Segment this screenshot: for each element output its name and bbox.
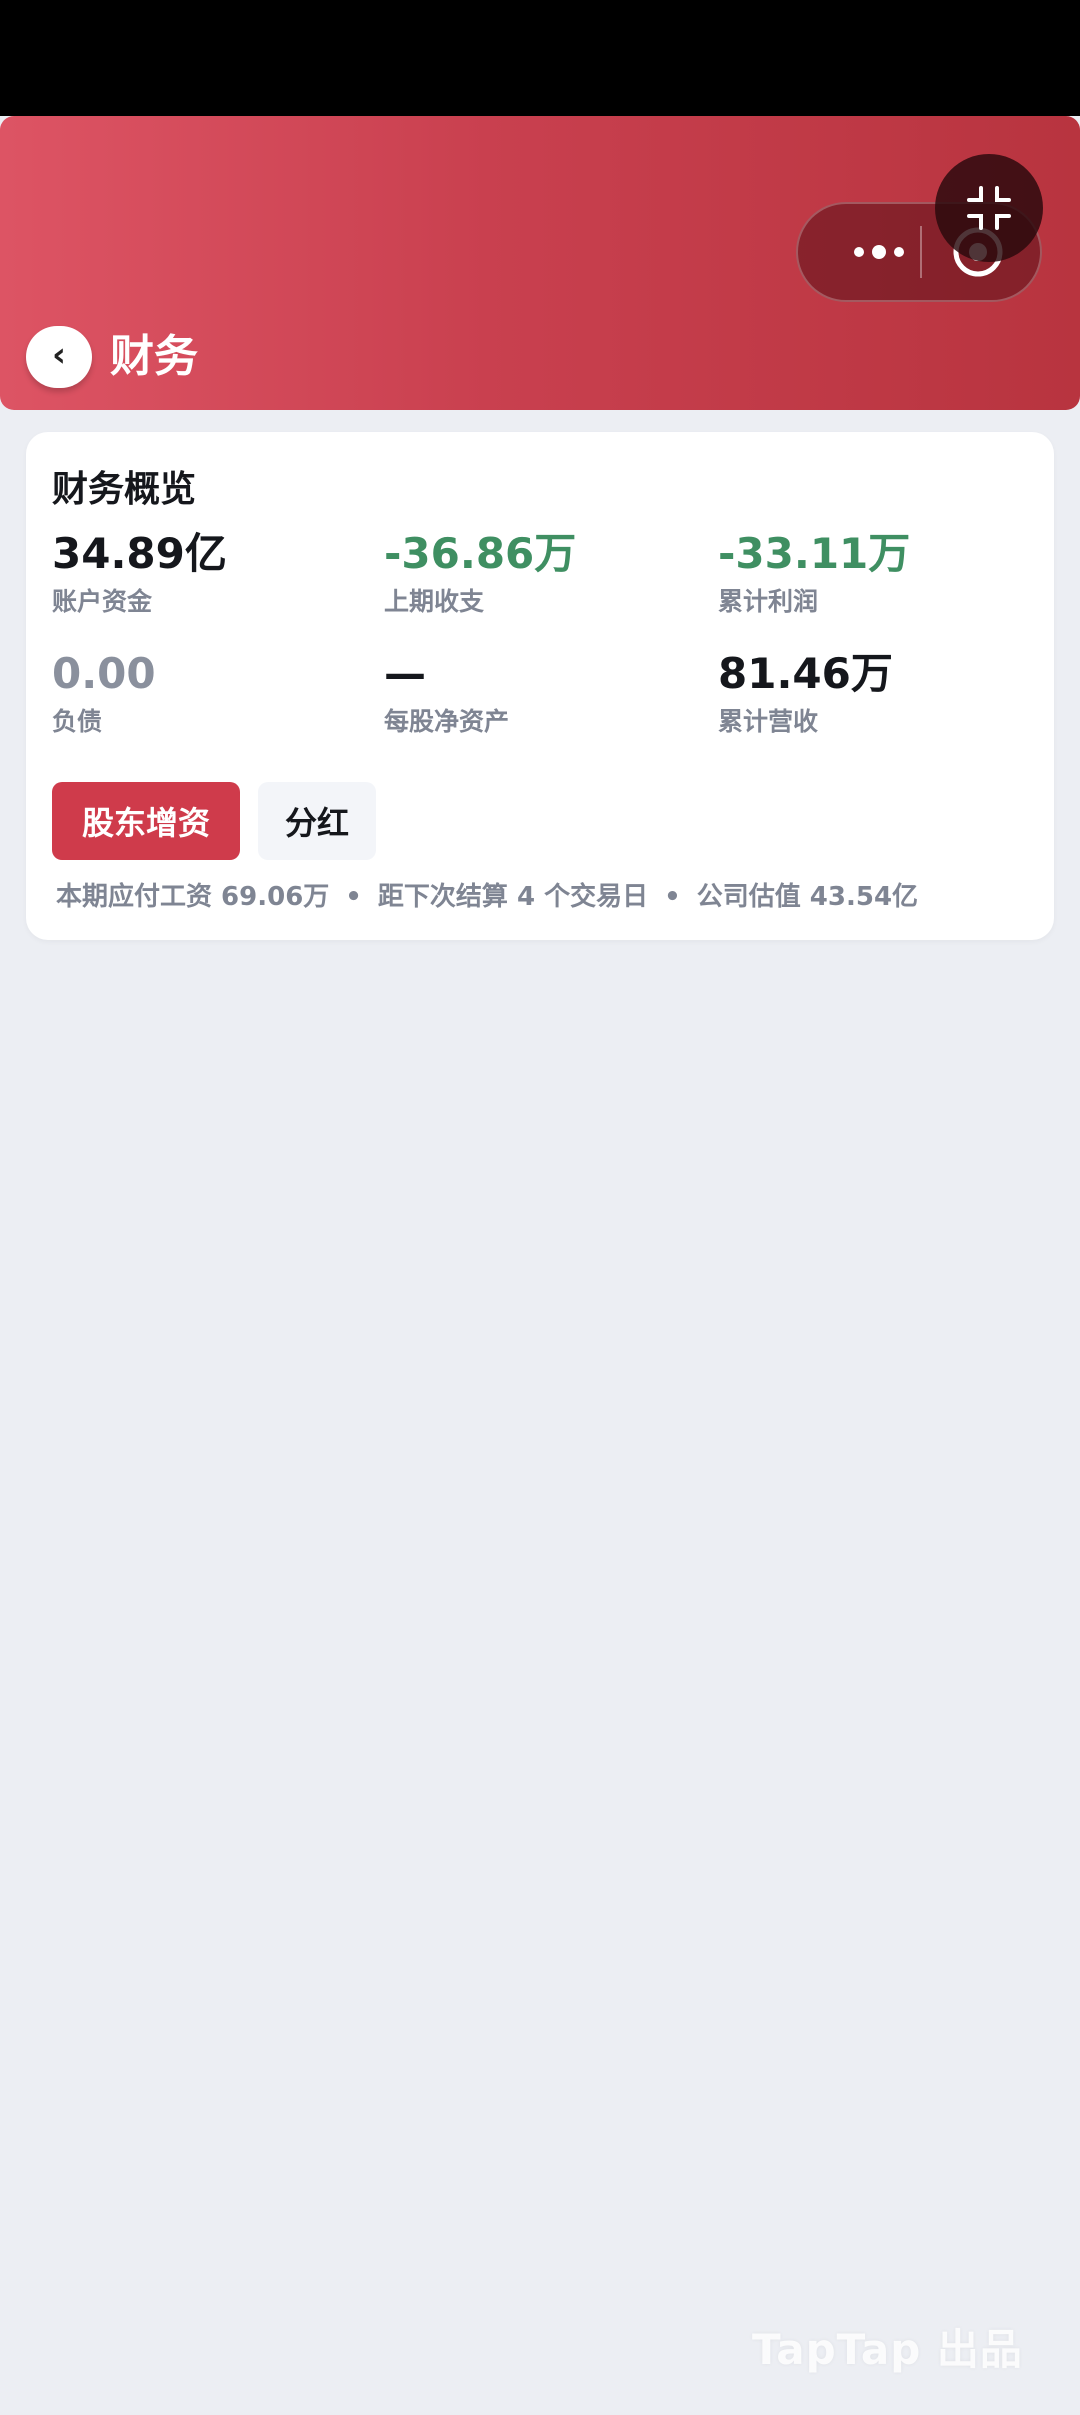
floating-collapse-button[interactable] — [935, 154, 1043, 262]
separator-dot: • — [345, 882, 362, 912]
stat-value: 34.89亿 — [52, 529, 227, 578]
stat-label: 累计营收 — [718, 707, 819, 736]
stat-value: — — [384, 649, 426, 698]
stat-value: 81.46万 — [718, 649, 893, 698]
separator-dot: • — [664, 882, 681, 912]
stat-last-period-balance: -36.86万 上期收支 — [384, 528, 704, 620]
finance-overview-card: 财务概览 34.89亿 账户资金 -36.86万 上期收支 -33.11万 累计… — [26, 432, 1054, 940]
stat-label: 账户资金 — [52, 587, 153, 616]
stat-cumulative-revenue: 81.46万 累计营收 — [718, 648, 1038, 740]
finance-footer-info: 本期应付工资 69.06万 • 距下次结算 4 个交易日 • 公司估值 43.54亿 — [56, 876, 1036, 913]
next-settlement-text: 距下次结算 4 个交易日 — [377, 882, 649, 912]
watermark: TapTap 出品 — [752, 2325, 1023, 2374]
status-bar — [0, 0, 1080, 116]
chevron-left-icon: ‹ — [51, 335, 66, 375]
back-button[interactable]: ‹ — [26, 326, 92, 388]
stat-cumulative-profit: -33.11万 累计利润 — [718, 528, 1038, 620]
more-dots-icon — [854, 245, 904, 259]
stat-value: 0.00 — [52, 649, 156, 698]
collapse-icon — [967, 186, 1011, 230]
capsule-divider — [920, 226, 922, 278]
stat-net-assets-per-share: — 每股净资产 — [384, 648, 704, 740]
increase-capital-button[interactable]: 股东增资 — [52, 782, 240, 860]
payroll-text: 本期应付工资 69.06万 — [56, 882, 330, 912]
card-title: 财务概览 — [52, 469, 197, 510]
dividend-button[interactable]: 分红 — [258, 782, 376, 860]
stat-label: 上期收支 — [384, 587, 485, 616]
stat-label: 负债 — [52, 707, 103, 736]
stat-account-funds: 34.89亿 账户资金 — [52, 528, 372, 620]
stat-label: 每股净资产 — [384, 707, 510, 736]
stat-value: -33.11万 — [718, 529, 911, 578]
more-button[interactable] — [834, 204, 924, 300]
stat-value: -36.86万 — [384, 529, 577, 578]
page-title: 财务 — [110, 331, 198, 382]
stat-label: 累计利润 — [718, 587, 819, 616]
valuation-text: 公司估值 43.54亿 — [696, 882, 919, 912]
stat-liabilities: 0.00 负债 — [52, 648, 372, 740]
